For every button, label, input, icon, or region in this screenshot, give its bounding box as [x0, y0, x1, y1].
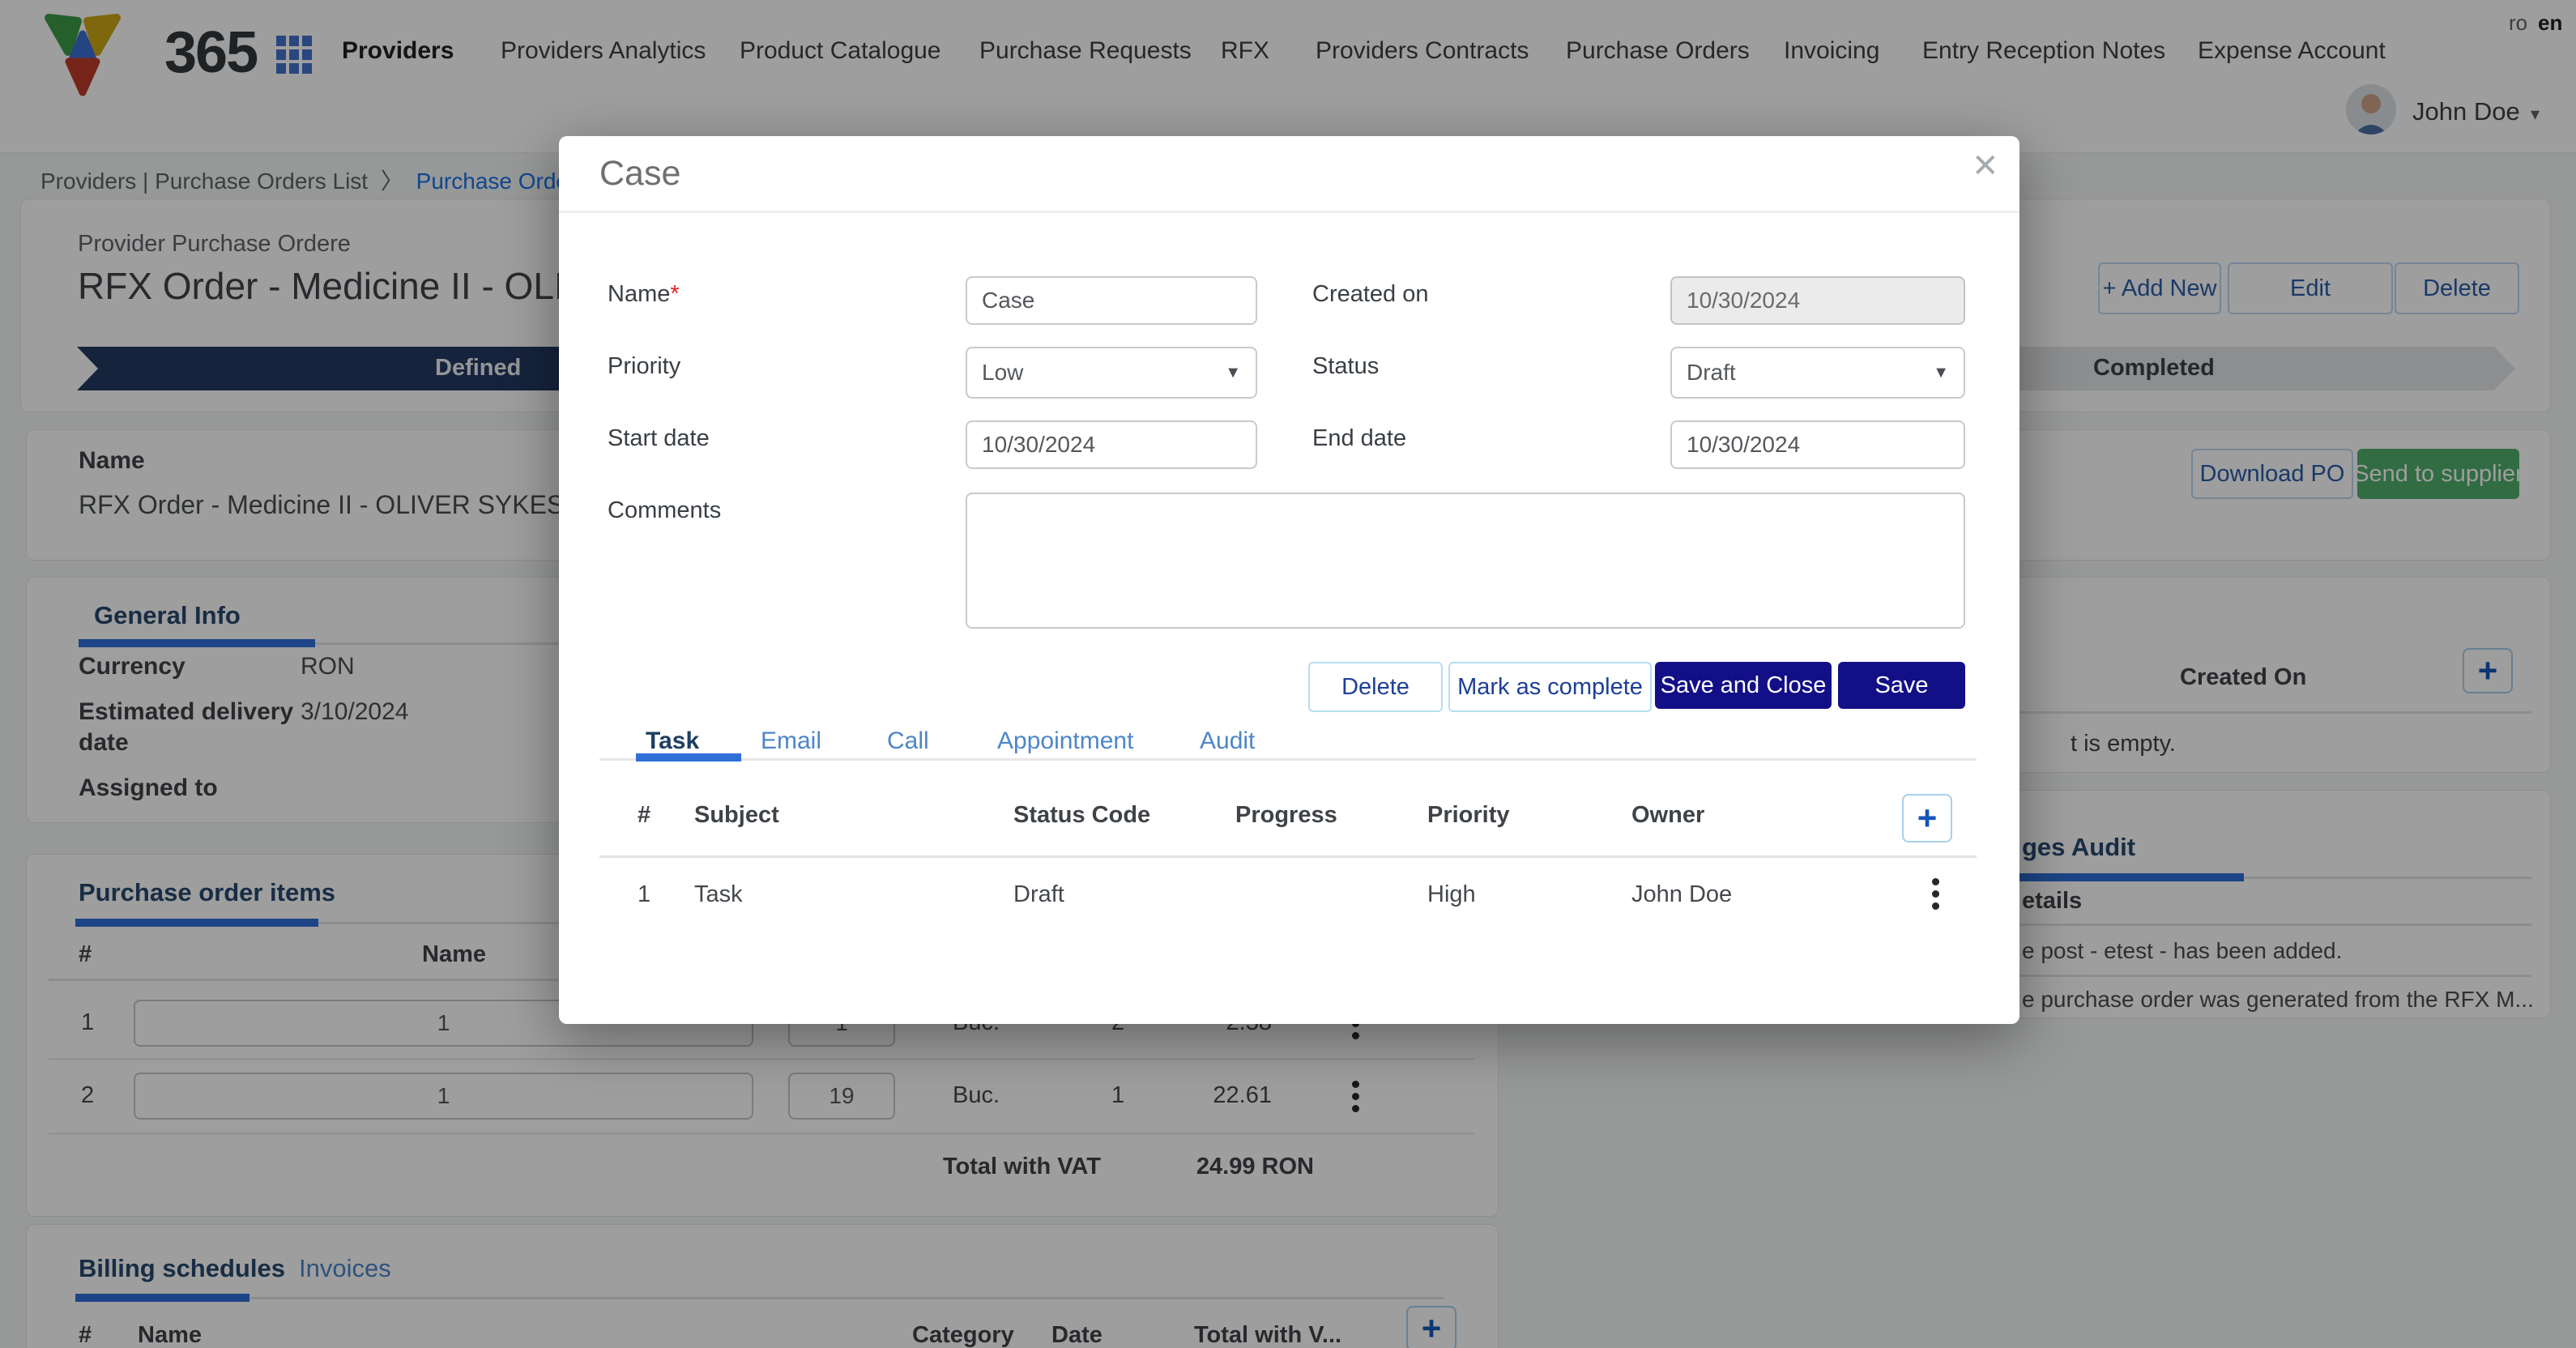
col-owner: Owner — [1631, 802, 1704, 829]
tab-appointment[interactable]: Appointment — [997, 727, 1133, 755]
app-root: 365 Providers Providers Analytics Produc… — [0, 0, 2576, 1348]
chevron-down-icon: ▼ — [1933, 364, 1949, 382]
priority-value: Low — [982, 360, 1023, 386]
comments-textarea[interactable] — [966, 493, 1965, 629]
col-priority: Priority — [1427, 802, 1510, 829]
created-on-input — [1670, 276, 1965, 325]
case-modal: Case ✕ Name* Created on Priority Low ▼ St… — [559, 136, 2019, 1024]
priority-select[interactable]: Low ▼ — [966, 347, 1257, 399]
plus-icon: + — [1917, 801, 1938, 835]
save-and-close-button[interactable]: Save and Close — [1655, 662, 1832, 709]
add-task-button[interactable]: + — [1902, 794, 1952, 842]
task-row-owner: John Doe — [1631, 881, 1732, 908]
col-status: Status Code — [1013, 802, 1150, 829]
start-date-label: Start date — [608, 425, 710, 452]
priority-label: Priority — [608, 353, 680, 380]
status-label: Status — [1312, 353, 1379, 380]
col-progress: Progress — [1235, 802, 1337, 829]
end-date-input[interactable] — [1670, 420, 1965, 469]
start-date-input[interactable] — [966, 420, 1257, 469]
tab-call[interactable]: Call — [887, 727, 929, 755]
modal-header-divider — [559, 211, 2019, 213]
case-name-label: Name* — [608, 281, 680, 308]
col-num: # — [638, 802, 650, 829]
modal-tab-line — [599, 758, 1977, 761]
comments-label: Comments — [608, 497, 721, 524]
end-date-label: End date — [1312, 425, 1406, 452]
created-on-label: Created on — [1312, 281, 1429, 308]
modal-tab-active-bar — [636, 753, 741, 761]
chevron-down-icon: ▼ — [1225, 364, 1241, 382]
col-subject: Subject — [694, 802, 779, 829]
case-name-label-text: Name — [608, 281, 670, 307]
required-asterisk: * — [670, 281, 679, 307]
task-row-subject: Task — [694, 881, 743, 908]
modal-table-header-divider — [599, 855, 1977, 858]
case-delete-button[interactable]: Delete — [1308, 662, 1443, 712]
case-name-input[interactable] — [966, 276, 1257, 325]
tab-task[interactable]: Task — [646, 727, 699, 755]
tab-email[interactable]: Email — [761, 727, 821, 755]
modal-title: Case — [599, 154, 680, 194]
status-select[interactable]: Draft ▼ — [1670, 347, 1965, 399]
task-row-status: Draft — [1013, 881, 1064, 908]
tab-audit[interactable]: Audit — [1200, 727, 1255, 755]
status-value: Draft — [1687, 360, 1736, 386]
kebab-menu-icon[interactable] — [1930, 873, 1941, 915]
task-row-priority: High — [1427, 881, 1476, 908]
mark-as-complete-button[interactable]: Mark as complete — [1448, 662, 1652, 712]
close-icon[interactable]: ✕ — [1972, 147, 1999, 185]
save-button[interactable]: Save — [1838, 662, 1965, 709]
task-row-num: 1 — [638, 881, 650, 908]
